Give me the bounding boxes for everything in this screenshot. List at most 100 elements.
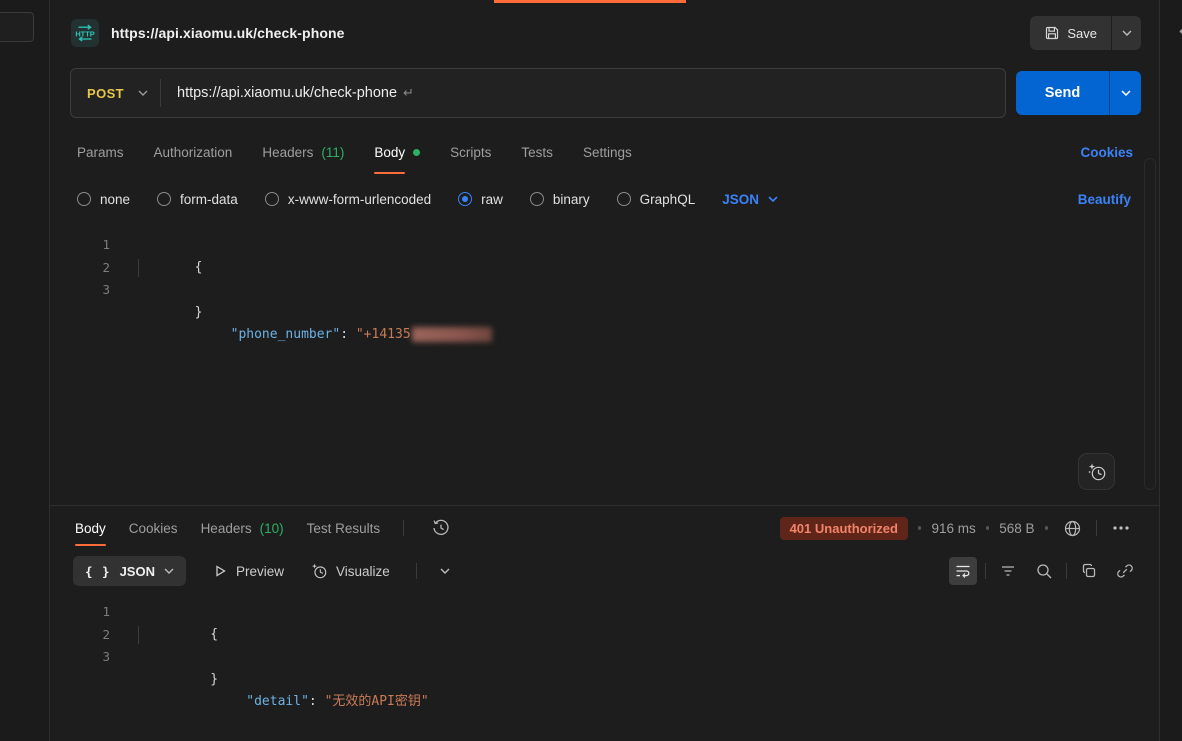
editor-scrollbar-track[interactable] — [1144, 158, 1156, 490]
postbot-button[interactable] — [1078, 453, 1115, 490]
format-options-button[interactable] — [431, 557, 459, 585]
globe-icon — [1063, 519, 1082, 538]
chevron-down-icon — [1121, 90, 1131, 96]
body-mode-row: none form-data x-www-form-urlencoded raw… — [50, 178, 1159, 220]
dot-separator — [1045, 526, 1049, 530]
left-rail — [0, 0, 50, 741]
response-size[interactable]: 568 B — [999, 521, 1034, 536]
divider — [416, 563, 417, 579]
mode-form-data[interactable]: form-data — [157, 192, 238, 207]
tab-headers[interactable]: Headers(11) — [262, 145, 344, 160]
save-icon — [1044, 25, 1060, 41]
radio-icon — [617, 192, 631, 206]
link-icon — [1116, 562, 1134, 580]
json-key: "detail" — [246, 694, 309, 709]
radio-icon — [265, 192, 279, 206]
response-headers-count: (10) — [260, 521, 284, 536]
chevron-down-icon — [164, 568, 174, 574]
search-button[interactable] — [1030, 557, 1058, 585]
dot-separator — [918, 526, 922, 530]
save-button[interactable]: Save — [1030, 16, 1111, 50]
right-rail: ◆ — [1159, 0, 1182, 741]
preview-button[interactable]: Preview — [212, 563, 284, 579]
divider — [985, 563, 986, 579]
divider — [403, 520, 404, 536]
collapsed-sidebar-item[interactable] — [0, 12, 34, 42]
save-button-label: Save — [1067, 26, 1097, 41]
chevron-down-icon — [440, 568, 450, 574]
response-time[interactable]: 916 ms — [931, 521, 975, 536]
send-button[interactable]: Send — [1016, 71, 1109, 115]
radio-icon — [530, 192, 544, 206]
response-panel: Body Cookies Headers(10) Test Results — [50, 505, 1159, 741]
tab-authorization[interactable]: Authorization — [154, 145, 233, 160]
filter-icon — [999, 562, 1017, 580]
mode-none[interactable]: none — [77, 192, 130, 207]
chevron-down-icon — [1122, 30, 1132, 36]
json-key: "phone_number" — [231, 327, 341, 342]
tab-body[interactable]: Body — [374, 145, 420, 160]
radio-selected-icon — [458, 192, 472, 206]
tab-settings[interactable]: Settings — [583, 145, 632, 160]
mode-x-www-form-urlencoded[interactable]: x-www-form-urlencoded — [265, 192, 431, 207]
save-options-button[interactable] — [1111, 16, 1141, 50]
response-tab-cookies[interactable]: Cookies — [129, 521, 178, 536]
copy-icon — [1080, 562, 1098, 580]
request-tabs: Params Authorization Headers(11) Body Sc… — [50, 126, 1159, 178]
response-tab-test-results[interactable]: Test Results — [307, 521, 381, 536]
response-tabs: Body Cookies Headers(10) Test Results — [50, 506, 1159, 550]
copy-button[interactable] — [1075, 557, 1103, 585]
divider — [1066, 563, 1067, 579]
url-input-box: POST https://api.xiaomu.uk/check-phone ↵ — [70, 68, 1006, 118]
url-input[interactable]: https://api.xiaomu.uk/check-phone — [177, 85, 397, 101]
request-panel: HTTP https://api.xiaomu.uk/check-phone — [50, 0, 1159, 741]
code-line: 3} — [50, 646, 1159, 669]
mode-raw[interactable]: raw — [458, 192, 503, 207]
link-button[interactable] — [1111, 557, 1139, 585]
response-format-selector[interactable]: { } JSON — [73, 556, 186, 586]
response-more-options-button[interactable] — [1107, 514, 1135, 542]
response-tab-headers[interactable]: Headers(10) — [201, 521, 284, 536]
save-button-group: Save — [1030, 16, 1141, 50]
response-body-editor[interactable]: 1{ 2 "detail": "无效的API密钥" 3} — [50, 592, 1159, 669]
json-value-visible: "+14135 — [356, 327, 411, 342]
visualize-button[interactable]: Visualize — [310, 562, 390, 580]
method-selector[interactable]: POST — [71, 86, 162, 101]
wrap-text-icon — [954, 562, 972, 580]
search-icon — [1035, 562, 1053, 580]
response-history-button[interactable] — [427, 514, 455, 542]
send-options-button[interactable] — [1109, 71, 1141, 115]
language-selector[interactable]: JSON — [722, 192, 778, 207]
response-toolbar-right — [949, 557, 1139, 585]
response-meta: 401 Unauthorized 916 ms 568 B — [780, 514, 1135, 542]
divider — [160, 79, 161, 107]
mode-graphql[interactable]: GraphQL — [617, 192, 696, 207]
send-button-group: Send — [1016, 71, 1141, 115]
visualize-icon — [310, 562, 328, 580]
tab-tests[interactable]: Tests — [521, 145, 553, 160]
network-info-button[interactable] — [1058, 514, 1086, 542]
status-badge[interactable]: 401 Unauthorized — [780, 517, 908, 540]
mode-binary[interactable]: binary — [530, 192, 590, 207]
filter-button[interactable] — [994, 557, 1022, 585]
tab-params[interactable]: Params — [77, 145, 124, 160]
divider — [1096, 520, 1097, 536]
code-line: 2 "phone_number": "+14135 — [50, 257, 1159, 280]
request-body-editor[interactable]: 1{ 2 "phone_number": "+14135 3} — [50, 220, 1159, 505]
code-line: 3} — [50, 279, 1159, 302]
history-icon — [431, 518, 451, 538]
request-title: https://api.xiaomu.uk/check-phone — [111, 25, 345, 41]
chevron-down-icon[interactable] — [138, 90, 148, 96]
response-tab-body[interactable]: Body — [75, 521, 106, 536]
wrap-text-button[interactable] — [949, 557, 977, 585]
cookies-link[interactable]: Cookies — [1080, 145, 1133, 160]
dot-separator — [986, 526, 990, 530]
app-window: HTTP https://api.xiaomu.uk/check-phone — [0, 0, 1182, 741]
tab-scripts[interactable]: Scripts — [450, 145, 491, 160]
more-options-icon — [1113, 526, 1129, 530]
beautify-link[interactable]: Beautify — [1078, 192, 1131, 207]
http-method-icon: HTTP — [71, 19, 99, 47]
svg-text:HTTP: HTTP — [75, 29, 94, 38]
radio-icon — [77, 192, 91, 206]
body-modified-dot — [413, 149, 420, 156]
